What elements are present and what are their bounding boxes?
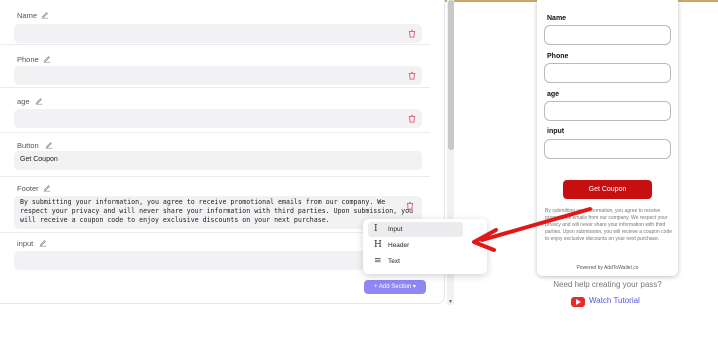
section-label: Button	[17, 141, 39, 150]
preview-footer-text: By submitting your information, you agre…	[545, 208, 673, 242]
preview-field-label: Phone	[547, 53, 569, 60]
text-align-icon: ≡	[374, 256, 382, 266]
section-label: Phone	[17, 55, 39, 64]
edit-icon[interactable]	[43, 184, 51, 192]
watch-tutorial-label: Watch Tutorial	[589, 296, 640, 305]
menu-item-input[interactable]: I Input	[368, 222, 463, 237]
text-cursor-icon: I	[374, 224, 378, 234]
help-question: Need help creating your pass?	[553, 280, 662, 289]
preview-phone-input[interactable]	[544, 63, 671, 83]
youtube-icon	[571, 297, 585, 307]
edit-icon[interactable]	[39, 239, 47, 247]
menu-item-label: Text	[388, 258, 400, 265]
footer-text-value: By submitting your information, you agre…	[20, 198, 414, 224]
section-label: input	[17, 239, 34, 248]
section-name: Name	[0, 0, 430, 45]
name-field[interactable]	[14, 24, 422, 43]
input-field[interactable]	[14, 251, 369, 270]
heading-icon: H	[374, 240, 382, 250]
preview-name-input[interactable]	[544, 25, 671, 45]
pass-preview-card: Name Phone age input Get Coupon By submi…	[537, 0, 678, 276]
menu-item-text[interactable]: ≡ Text	[368, 254, 463, 269]
field-value: Get Coupon	[20, 156, 58, 163]
age-field[interactable]	[14, 109, 422, 128]
trash-icon[interactable]	[408, 114, 416, 123]
trash-icon[interactable]	[408, 29, 416, 38]
trash-icon[interactable]	[406, 201, 414, 210]
section-age: age	[0, 88, 430, 133]
preview-field-label: input	[547, 128, 565, 135]
menu-item-label: Header	[388, 242, 410, 249]
section-label: Name	[17, 11, 38, 20]
powered-by-text: Powered by AddToWallet.co	[576, 265, 639, 271]
trash-icon[interactable]	[408, 71, 416, 80]
edit-icon[interactable]	[43, 55, 51, 63]
section-label: age	[17, 97, 30, 106]
editor-scroll-thumb[interactable]	[448, 0, 454, 150]
edit-icon[interactable]	[35, 97, 43, 105]
add-section-button[interactable]: + Add Section ▾	[364, 280, 426, 294]
preview-field-label: age	[547, 91, 560, 98]
edit-icon[interactable]	[45, 141, 53, 149]
preview-get-coupon-button[interactable]: Get Coupon	[563, 180, 652, 199]
section-phone: Phone	[0, 45, 430, 88]
menu-item-header[interactable]: H Header	[368, 238, 463, 253]
preview-field-label: Name	[547, 15, 567, 22]
menu-item-label: Input	[388, 226, 403, 233]
section-label: Footer	[17, 184, 39, 193]
chevron-down-icon: ▾	[412, 284, 416, 290]
edit-icon[interactable]	[41, 11, 49, 19]
add-section-menu: I Input H Header ≡ Text	[363, 219, 487, 274]
section-button: Button Get Coupon	[0, 133, 430, 177]
button-text-field[interactable]: Get Coupon	[14, 151, 422, 170]
add-section-label: + Add Section	[374, 284, 412, 290]
preview-input-input[interactable]	[544, 139, 671, 159]
phone-field[interactable]	[14, 66, 422, 85]
scroll-down-arrow-icon[interactable]: ▼	[448, 299, 453, 305]
preview-age-input[interactable]	[544, 101, 671, 121]
